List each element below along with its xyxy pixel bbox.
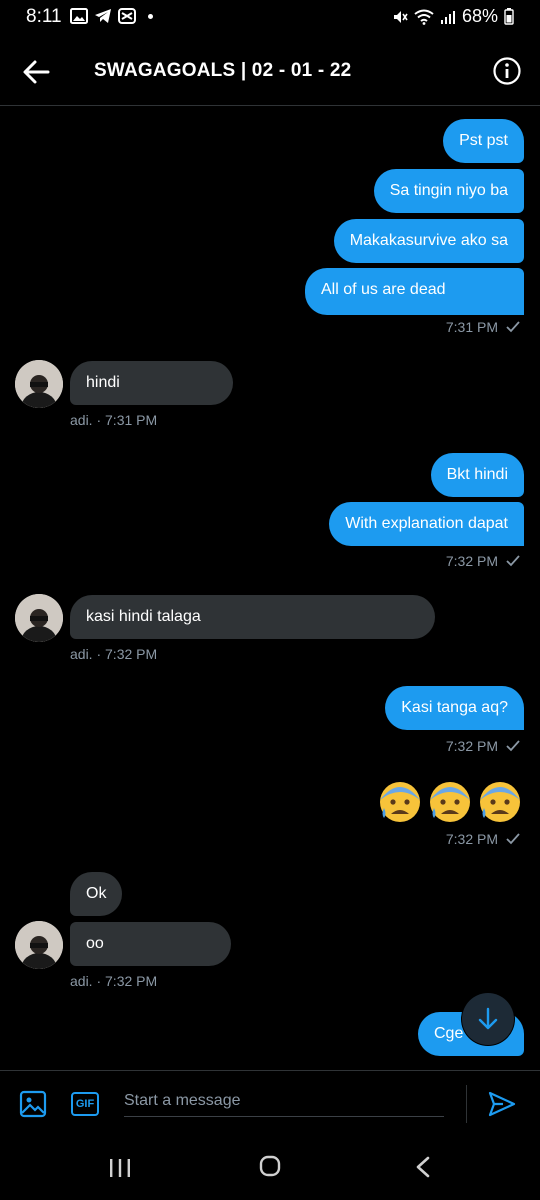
anxious-face-emoji-icon [430, 782, 470, 822]
message-bubble-outgoing[interactable]: Kasi tanga aq? [385, 686, 524, 730]
gif-button[interactable]: GIF [71, 1092, 99, 1116]
message-sender-timestamp: adi. · 7:32 PM [70, 646, 158, 662]
avatar[interactable] [15, 360, 63, 408]
message-timestamp: 7:32 PM [446, 738, 520, 754]
battery-icon [504, 8, 514, 25]
back-arrow-icon[interactable] [20, 56, 52, 88]
check-icon [506, 321, 520, 333]
gif-icon: GIF [75, 1098, 95, 1110]
capcut-notification-icon [118, 8, 136, 24]
message-bubble-outgoing[interactable]: Bkt hindi [430, 453, 524, 497]
system-navigation-bar [0, 1136, 540, 1200]
system-icons: 68% [392, 6, 514, 27]
message-input[interactable] [124, 1085, 444, 1117]
check-icon [506, 740, 520, 752]
message-timestamp: 7:31 PM [446, 319, 520, 335]
telegram-notification-icon [95, 9, 111, 23]
emoji-message[interactable]: 😰😰😰 [378, 780, 522, 824]
avatar-photo [15, 360, 63, 408]
battery-percent: 68% [461, 6, 498, 26]
info-icon[interactable] [492, 56, 522, 86]
arrow-down-icon [478, 1007, 498, 1030]
notification-icons [70, 8, 153, 24]
status-time: 8:11 [26, 6, 62, 27]
conversation-title[interactable]: SWAGAGOALS | 02 - 01 - 22 [94, 60, 351, 82]
image-icon[interactable] [18, 1089, 48, 1119]
message-bubble-outgoing[interactable]: With explanation dapat [329, 502, 524, 546]
message-sender-timestamp: adi. · 7:32 PM [70, 973, 158, 989]
send-icon[interactable] [487, 1089, 517, 1119]
avatar-photo [15, 594, 63, 642]
message-bubble-incoming[interactable]: hindi [70, 361, 233, 405]
avatar-photo [15, 921, 63, 969]
wifi-icon [414, 9, 434, 25]
message-bubble-outgoing[interactable]: Pst pst [443, 119, 524, 163]
composer-divider [466, 1085, 467, 1123]
avatar[interactable] [15, 594, 63, 642]
conversation-header: SWAGAGOALS | 02 - 01 - 22 [0, 36, 540, 106]
message-bubble-incoming[interactable]: oo [70, 922, 231, 966]
more-notifications-dot [148, 13, 153, 19]
message-sender-timestamp: adi. · 7:31 PM [70, 412, 158, 428]
status-bar: 8:11 68% [0, 0, 540, 36]
nav-back-icon[interactable] [414, 1156, 432, 1178]
signal-icon [440, 10, 455, 24]
message-timestamp: 7:32 PM [446, 553, 520, 569]
message-bubble-incoming[interactable]: kasi hindi talaga [70, 595, 435, 639]
check-icon [506, 833, 520, 845]
recents-icon[interactable] [108, 1158, 132, 1178]
message-bubble-outgoing[interactable]: All of us are dead [305, 268, 524, 315]
check-icon [506, 555, 520, 567]
avatar[interactable] [15, 921, 63, 969]
message-bubble-outgoing[interactable]: Makakasurvive ako sa [333, 219, 524, 263]
anxious-face-emoji-icon [480, 782, 520, 822]
mute-icon [393, 10, 408, 23]
scroll-to-bottom-button[interactable] [462, 993, 514, 1045]
message-bubble-outgoing[interactable]: Sa tingin niyo ba [373, 169, 524, 213]
home-icon[interactable] [259, 1155, 281, 1177]
message-composer: GIF [0, 1070, 540, 1136]
message-bubble-incoming[interactable]: Ok [70, 872, 122, 916]
anxious-face-emoji-icon [380, 782, 420, 822]
message-timestamp: 7:32 PM [446, 831, 520, 847]
gallery-notification-icon [70, 8, 88, 24]
